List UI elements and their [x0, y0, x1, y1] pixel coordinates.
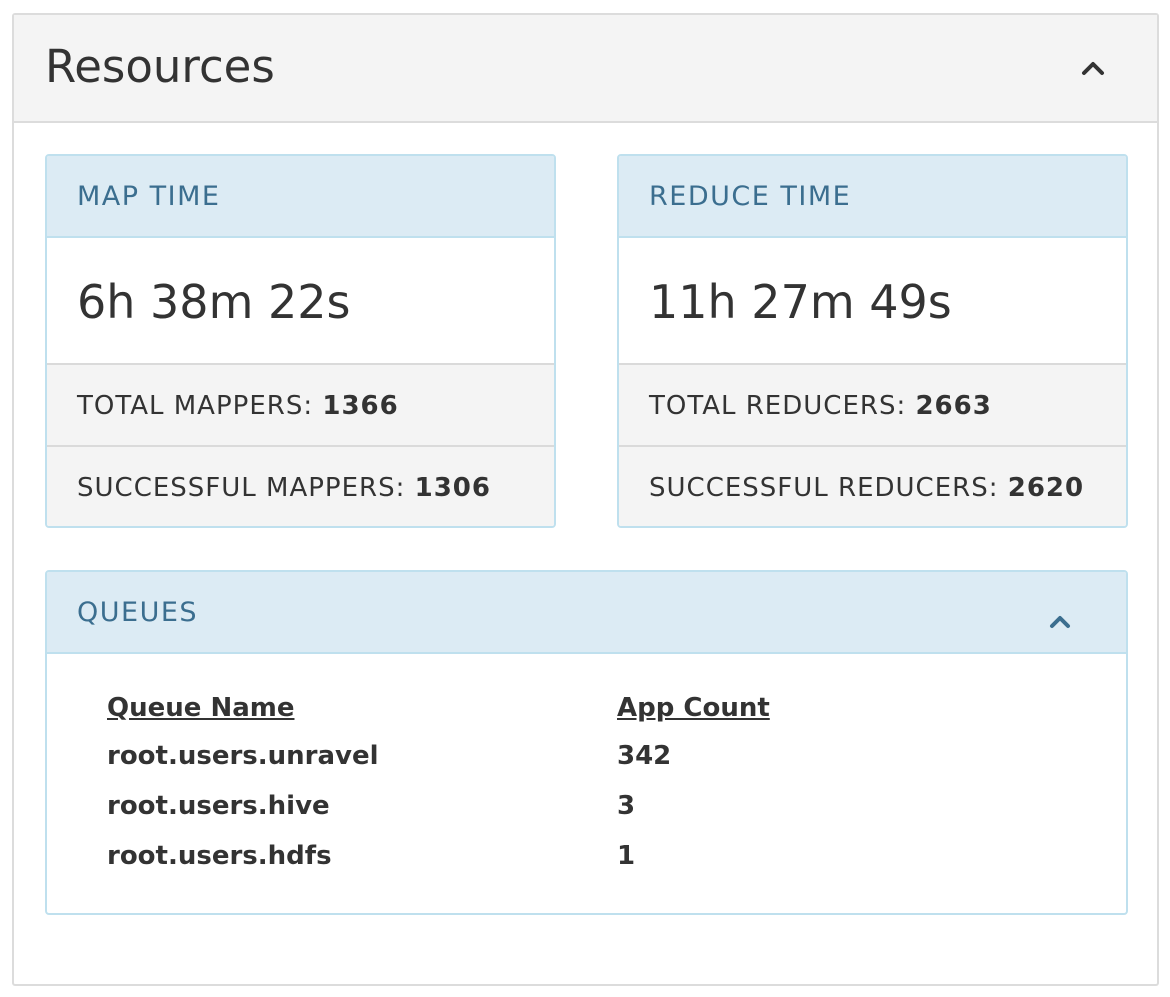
panel-title: Resources — [45, 40, 275, 93]
total-reducers-label: TOTAL REDUCERS: — [649, 391, 907, 421]
reduce-time-value: 11h 27m 49s — [649, 275, 952, 329]
app-count-cell: 3 — [617, 791, 636, 821]
successful-mappers-label: SUCCESSFUL MAPPERS: — [77, 473, 406, 503]
successful-reducers-row: SUCCESSFUL REDUCERS: 2620 — [619, 447, 1126, 526]
successful-mappers-value: 1306 — [414, 473, 491, 503]
table-row: root.users.hdfs 1 — [107, 831, 1007, 881]
queues-table: Queue Name App Count root.users.unravel … — [107, 685, 1007, 881]
reduce-time-card: REDUCE TIME 11h 27m 49s TOTAL REDUCERS: … — [617, 154, 1128, 528]
card-header: MAP TIME — [47, 156, 554, 238]
app-count-cell: 342 — [617, 741, 672, 771]
queues-header[interactable]: QUEUES — [47, 572, 1126, 654]
table-row: root.users.unravel 342 — [107, 731, 1007, 781]
card-header: REDUCE TIME — [619, 156, 1126, 238]
app-count-cell: 1 — [617, 841, 636, 871]
total-reducers-value: 2663 — [915, 391, 992, 421]
map-time-card: MAP TIME 6h 38m 22s TOTAL MAPPERS: 1366 … — [45, 154, 556, 528]
column-header-queue-name[interactable]: Queue Name — [107, 685, 617, 731]
queues-card: QUEUES Queue Name App Count root.users.u… — [45, 570, 1128, 915]
map-time-value: 6h 38m 22s — [77, 275, 351, 329]
queue-name-cell: root.users.unravel — [107, 741, 379, 771]
chevron-up-icon[interactable] — [1045, 606, 1075, 636]
resources-panel: Resources MAP TIME 6h 38m 22s TOTAL MAPP… — [12, 13, 1159, 986]
queue-name-cell: root.users.hive — [107, 791, 330, 821]
successful-reducers-value: 2620 — [1007, 473, 1085, 503]
successful-reducers-label: SUCCESSFUL REDUCERS: — [649, 473, 999, 503]
queue-name-cell: root.users.hdfs — [107, 841, 332, 871]
panel-header: Resources — [14, 15, 1157, 123]
card-value-box: 11h 27m 49s — [619, 238, 1126, 365]
column-header-app-count[interactable]: App Count — [617, 685, 1007, 731]
card-value-box: 6h 38m 22s — [47, 238, 554, 365]
total-mappers-label: TOTAL MAPPERS: — [77, 391, 314, 421]
total-mappers-row: TOTAL MAPPERS: 1366 — [47, 365, 554, 447]
table-header-row: Queue Name App Count — [107, 685, 1007, 731]
total-mappers-value: 1366 — [322, 391, 399, 421]
reduce-time-label: REDUCE TIME — [649, 181, 852, 212]
total-reducers-row: TOTAL REDUCERS: 2663 — [619, 365, 1126, 447]
chevron-up-icon[interactable] — [1076, 51, 1110, 85]
map-time-label: MAP TIME — [77, 181, 221, 212]
successful-mappers-row: SUCCESSFUL MAPPERS: 1306 — [47, 447, 554, 526]
queues-label: QUEUES — [77, 597, 199, 628]
table-row: root.users.hive 3 — [107, 781, 1007, 831]
